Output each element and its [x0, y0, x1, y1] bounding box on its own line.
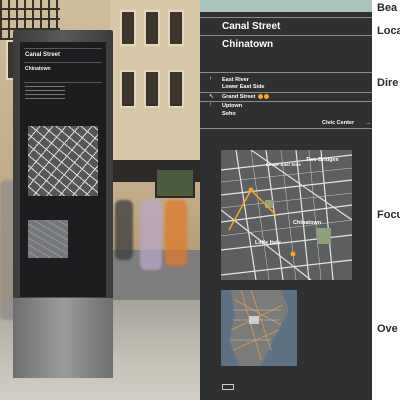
side-label: Focu: [377, 209, 400, 221]
arrow-right-icon: →: [365, 120, 372, 126]
overview-map-graphic: [221, 290, 297, 366]
subway-badge-icon: [263, 94, 269, 100]
focus-map: Two Bridges Lower East Side Chinatown Li…: [221, 150, 352, 280]
map-label: Chinatown: [293, 220, 322, 226]
direction-label: East River: [222, 77, 249, 83]
sign-neighborhood: Chinatown: [222, 39, 274, 50]
kiosk-focus-map: [28, 126, 98, 196]
direction-label: Uptown: [222, 103, 243, 109]
kiosk-rule: [24, 48, 102, 49]
kiosk-overview-map: [28, 220, 68, 258]
side-label: Loca: [377, 25, 400, 37]
sign-rule: [200, 72, 372, 73]
sign-rule: [200, 128, 372, 129]
subway-badge-icon: [257, 94, 263, 100]
kiosk-direction-lines: [25, 86, 65, 102]
arrow-up-icon: ↑: [209, 76, 212, 82]
arrow-up-icon: ↑: [209, 102, 212, 108]
building-window: [120, 70, 136, 108]
building-window: [168, 70, 184, 108]
civic-center-text: Civic Center: [322, 120, 355, 126]
kiosk-street: Canal Street: [25, 52, 61, 58]
sign-street: Canal Street: [222, 21, 281, 32]
building-window: [144, 10, 160, 46]
focus-map-streets: [221, 150, 352, 280]
direction-label: Grand Street: [222, 94, 256, 100]
direction-grand-street: Grand Street: [222, 94, 269, 100]
sign-header-band: [200, 0, 372, 12]
kiosk-base: [13, 298, 113, 378]
sign-logo: [222, 384, 234, 390]
kiosk-screen: Canal Street Chinatown: [20, 42, 106, 297]
sign-rule: [200, 35, 372, 36]
direction-label: Lower East Side: [222, 84, 265, 90]
building-window: [144, 70, 160, 108]
overview-map: [221, 290, 297, 366]
pedestrian: [140, 200, 162, 270]
building-window: [168, 10, 184, 46]
side-label: Ove: [377, 323, 398, 335]
sign-rule: [200, 92, 372, 93]
side-label: Dire: [377, 77, 399, 89]
storefront-window: [155, 168, 195, 198]
street-photo: Canal Street Chinatown: [0, 0, 200, 400]
map-label: Little Italy: [255, 240, 281, 246]
arrow-up-left-icon: ↖: [209, 94, 215, 100]
sign-rule: [200, 101, 372, 102]
pedestrian: [115, 200, 133, 260]
kiosk-neighborhood: Chinatown: [25, 66, 51, 72]
kiosk-rule: [24, 62, 102, 63]
civic-center-label: Civic Center →: [322, 120, 371, 126]
map-label: Lower East Side: [266, 162, 301, 167]
side-label: Bea: [377, 2, 398, 14]
wayfinding-kiosk: Canal Street Chinatown: [13, 30, 113, 378]
sign-panel: Canal Street Chinatown ↑ East River Lowe…: [200, 0, 372, 400]
map-label: Two Bridges: [306, 157, 339, 163]
building-window: [120, 10, 136, 46]
pedestrian: [165, 200, 187, 266]
sign-rule: [200, 17, 372, 18]
direction-label: Soho: [222, 111, 236, 117]
kiosk-rule: [24, 82, 102, 83]
